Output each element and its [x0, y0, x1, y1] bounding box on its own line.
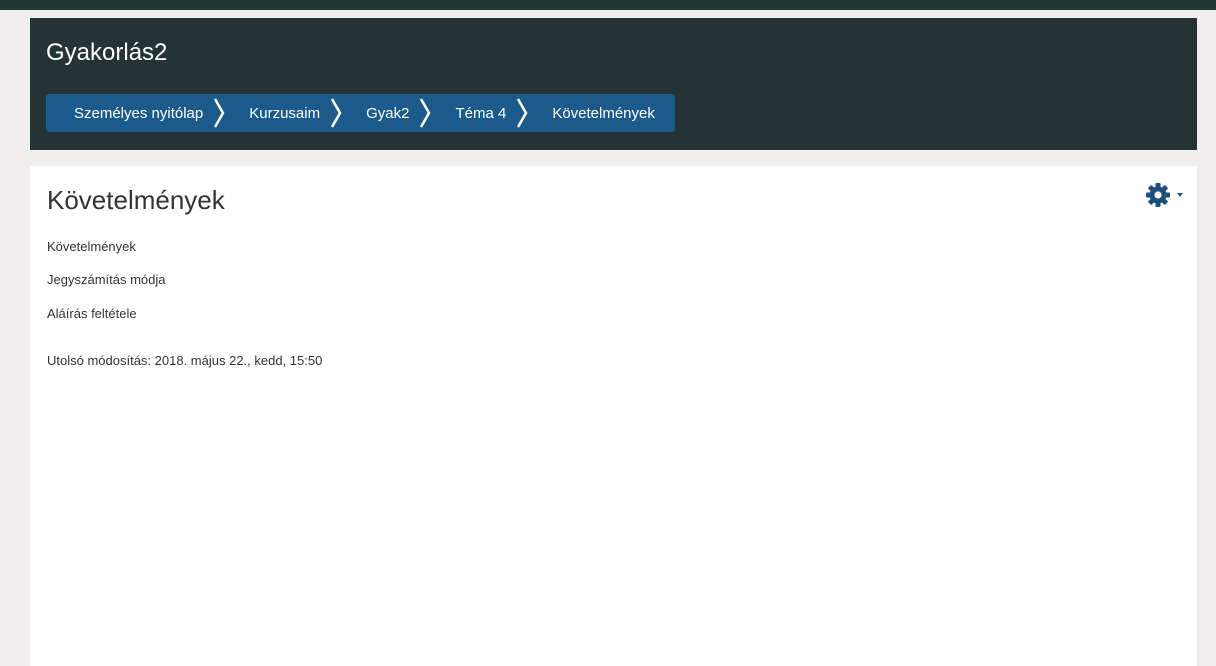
- breadcrumb-item-topic[interactable]: Téma 4: [435, 94, 532, 132]
- page-title: Követelmények: [47, 185, 225, 215]
- breadcrumb: Személyes nyitólap Kurzusaim Gyak2 Téma …: [46, 94, 675, 132]
- breadcrumb-item-current[interactable]: Követelmények: [532, 94, 661, 132]
- breadcrumb-item-home[interactable]: Személyes nyitólap: [46, 94, 229, 132]
- chevron-right-icon: [415, 94, 435, 132]
- content-text: Jegyszámítás módja: [47, 272, 166, 287]
- breadcrumb-label: Téma 4: [455, 104, 507, 122]
- breadcrumb-label: Követelmények: [552, 104, 655, 122]
- course-title: Gyakorlás2: [46, 39, 168, 66]
- chevron-right-icon: [209, 94, 229, 132]
- content-text: Aláírás feltétele: [47, 306, 137, 321]
- breadcrumb-label: Gyak2: [366, 104, 410, 122]
- main-content: Követelmények Követelmények Jegyszámítás…: [30, 166, 1197, 666]
- breadcrumb-label: Kurzusaim: [249, 104, 321, 122]
- course-header: Gyakorlás2 Személyes nyitólap Kurzusaim …: [30, 18, 1197, 150]
- top-navbar: [0, 0, 1216, 10]
- chevron-right-icon: [512, 94, 532, 132]
- settings-menu-button[interactable]: [1145, 182, 1183, 213]
- last-modified-text: Utolsó módosítás: 2018. május 22., kedd,…: [47, 353, 323, 368]
- chevron-right-icon: [326, 94, 346, 132]
- gear-icon: [1145, 182, 1171, 213]
- breadcrumb-item-course[interactable]: Gyak2: [346, 94, 435, 132]
- caret-down-icon: [1177, 192, 1183, 197]
- breadcrumb-label: Személyes nyitólap: [74, 104, 204, 122]
- breadcrumb-item-my-courses[interactable]: Kurzusaim: [229, 94, 346, 132]
- content-text: Követelmények: [47, 239, 136, 254]
